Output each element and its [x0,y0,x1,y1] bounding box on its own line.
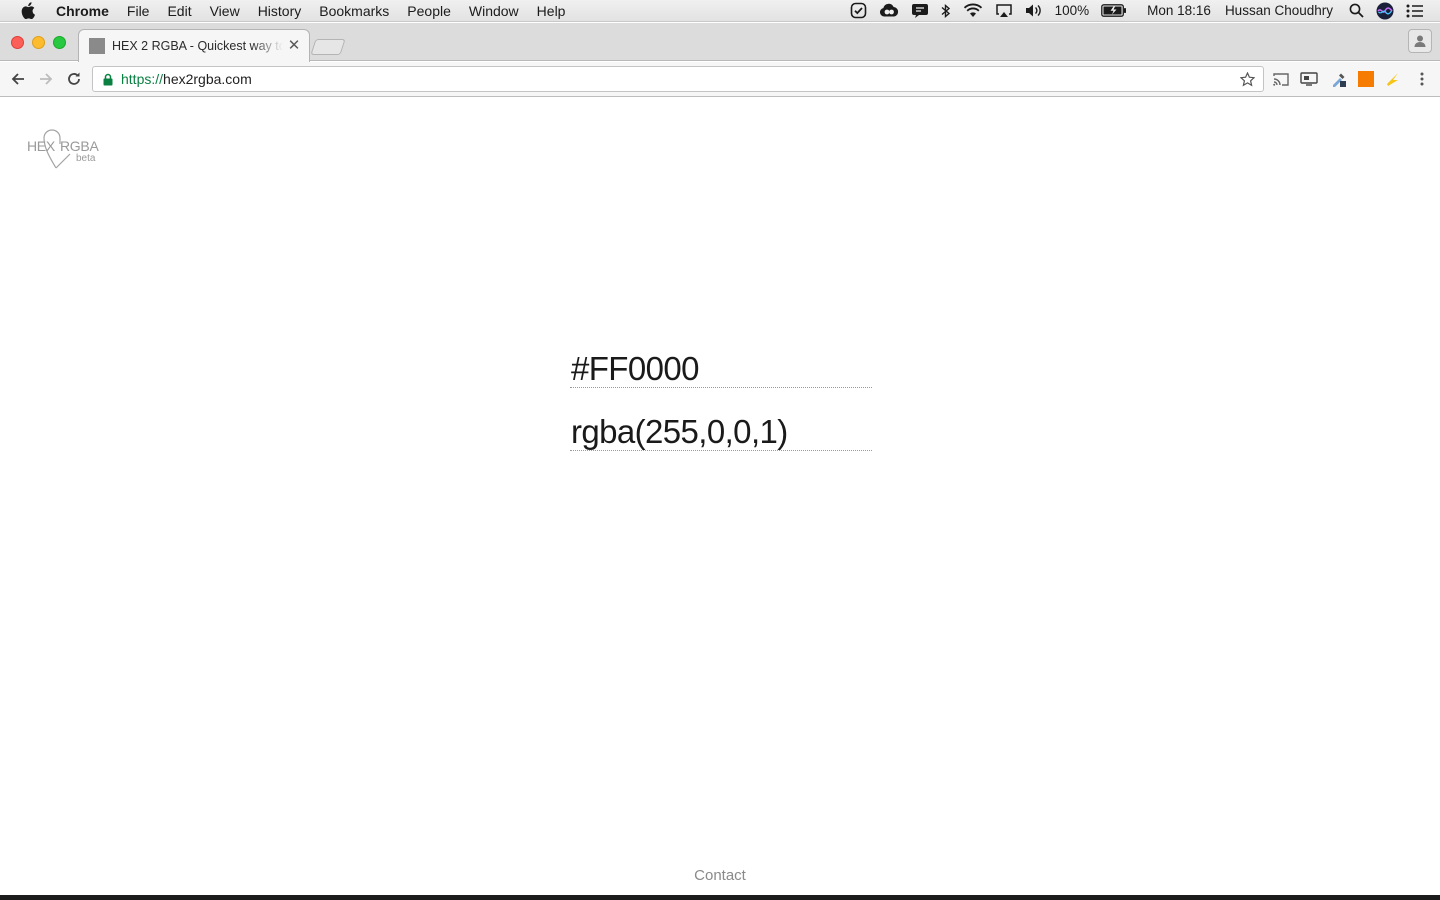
battery-icon[interactable] [1095,0,1133,22]
menu-user-name[interactable]: Hussan Choudhry [1219,0,1343,22]
window-close-button[interactable] [11,36,24,49]
apple-menu-icon[interactable] [0,2,56,19]
window-minimize-button[interactable] [32,36,45,49]
window-controls [11,36,66,49]
wifi-icon[interactable] [957,0,989,22]
page-content: HEX RGBA beta #FF0000 rgba(255,0,0,1) Co… [0,98,1440,895]
volume-icon[interactable] [1019,0,1049,22]
battery-percentage: 100% [1054,3,1090,18]
megaphone-icon[interactable] [905,0,935,22]
back-button[interactable] [8,69,28,89]
menu-people[interactable]: People [398,0,460,22]
orange-square-icon[interactable] [1357,70,1375,88]
person-icon [1414,35,1426,47]
logo-text-beta: beta [76,153,96,164]
menu-bar-status-area: 100% Mon 18:16 Hussan Choudhry [844,0,1440,22]
spotlight-search-icon[interactable] [1343,0,1370,22]
cast-icon[interactable] [1272,70,1290,88]
address-bar[interactable]: https://hex2rgba.com [92,66,1264,92]
site-logo[interactable]: HEX RGBA beta [26,124,102,170]
menu-clock[interactable]: Mon 18:16 [1133,0,1219,22]
menu-help[interactable]: Help [528,0,575,22]
bookmark-star-icon[interactable] [1240,71,1255,87]
tab-favicon-icon [89,38,105,54]
contact-link-label[interactable]: Contact [694,867,746,884]
hex-input[interactable]: #FF0000 [570,350,872,388]
menu-window[interactable]: Window [460,0,528,22]
menu-edit[interactable]: Edit [158,0,200,22]
reload-button[interactable] [64,69,84,89]
tab-title: HEX 2 RGBA - Quickest way to [112,39,283,53]
menu-view[interactable]: View [201,0,249,22]
profile-button[interactable] [1408,29,1432,53]
notification-center-icon[interactable] [1400,0,1430,22]
secure-lock-icon[interactable] [103,73,113,86]
checkmark-circle-icon[interactable] [844,0,873,22]
menu-history[interactable]: History [249,0,311,22]
menu-app-chrome[interactable]: Chrome [56,0,118,22]
window-maximize-button[interactable] [53,36,66,49]
creative-cloud-icon[interactable] [873,0,905,22]
browser-tab-active[interactable]: HEX 2 RGBA - Quickest way to ✕ [78,29,310,62]
window-bottom-edge [0,895,1440,900]
menu-file[interactable]: File [118,0,159,22]
menu-dots-icon[interactable] [1413,70,1431,88]
menu-bookmarks[interactable]: Bookmarks [310,0,398,22]
siri-icon[interactable] [1370,0,1400,22]
airplay-icon[interactable] [989,0,1019,22]
browser-toolbar: https://hex2rgba.com [0,62,1440,97]
url-scheme: https:// [121,71,164,87]
lightning-icon[interactable] [1384,70,1402,88]
reload-icon [68,72,80,85]
browser-tab-strip: HEX 2 RGBA - Quickest way to ✕ [0,23,1440,62]
tab-close-icon[interactable]: ✕ [287,38,301,53]
contact-link[interactable]: Contact [0,867,1440,884]
url-host: hex2rgba.com [163,71,252,87]
eyedropper-icon[interactable] [1330,70,1348,88]
arrow-left-icon [11,73,24,85]
rgba-output-field[interactable]: rgba(255,0,0,1) [570,413,872,451]
screen-capture-icon[interactable] [1300,70,1318,88]
logo-text-rgba: RGBA [60,138,99,154]
logo-text-hex: HEX [27,138,55,154]
new-tab-button[interactable] [310,39,346,55]
macos-menu-bar: Chrome File Edit View History Bookmarks … [0,0,1440,22]
forward-button[interactable] [36,69,56,89]
bluetooth-icon[interactable] [935,0,957,22]
arrow-right-icon [40,73,53,85]
